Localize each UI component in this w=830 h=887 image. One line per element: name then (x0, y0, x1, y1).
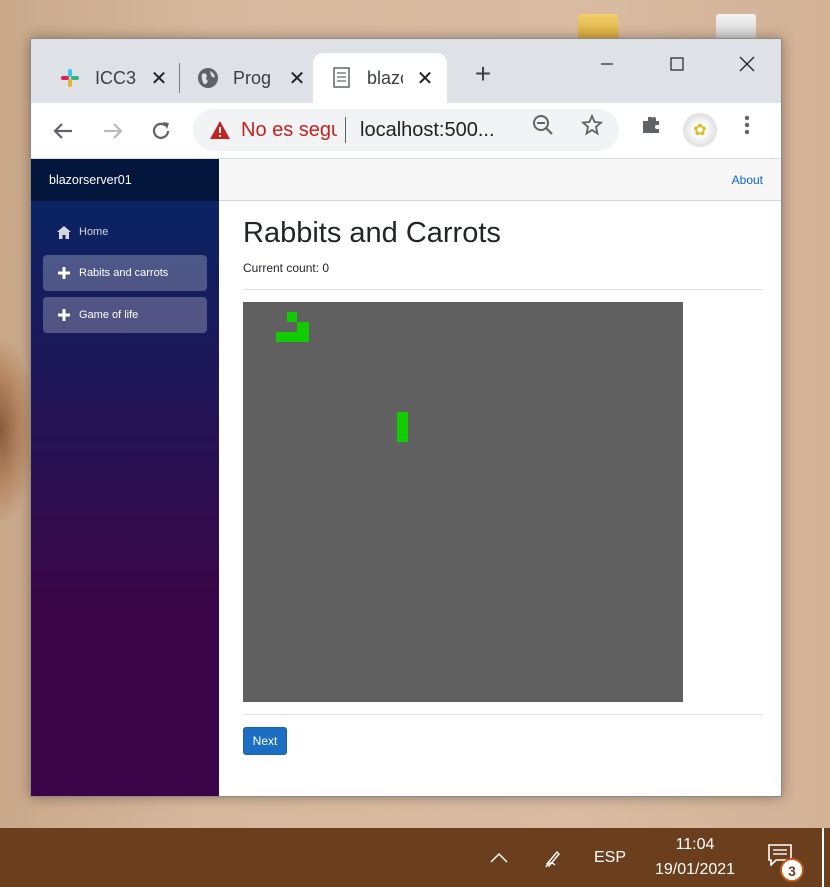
pen-icon[interactable] (538, 828, 568, 887)
divider (243, 714, 763, 715)
tab-title: ICC3 (95, 67, 137, 88)
tab-close-icon[interactable]: ✕ (287, 66, 307, 91)
slack-icon (59, 67, 81, 89)
taskbar: ESP 11:04 19/01/2021 3 (0, 828, 830, 887)
sidebar-item-rabits-and-carrots[interactable]: Rabits and carrots (43, 255, 207, 291)
forward-icon[interactable] (97, 115, 129, 147)
extensions-icon[interactable] (639, 113, 663, 137)
sidebar-item-label: Home (79, 226, 109, 238)
main-content: About Rabbits and Carrots Current count:… (219, 159, 781, 796)
about-link[interactable]: About (732, 173, 763, 187)
security-label[interactable]: No es segu (241, 119, 337, 142)
close-window-icon[interactable] (717, 47, 777, 81)
taskbar-clock[interactable]: 11:04 19/01/2021 (640, 832, 750, 882)
game-board[interactable] (243, 302, 683, 702)
desktop-folder-icon[interactable] (578, 14, 618, 40)
notification-count-badge: 3 (780, 858, 804, 882)
url-text[interactable]: localhost:500... (360, 119, 512, 142)
board-cell (397, 412, 408, 442)
bookmark-star-icon[interactable] (580, 113, 604, 137)
new-tab-icon[interactable]: + (469, 60, 497, 89)
tab-separator (179, 63, 180, 93)
web-page: blazorserver01 Home Rabits and carrots G… (31, 159, 781, 796)
minimize-icon[interactable] (577, 47, 637, 81)
sidebar-item-label: Game of life (79, 309, 139, 321)
sidebar-item-game-of-life[interactable]: Game of life (43, 297, 207, 333)
plus-icon (53, 267, 75, 279)
count-label: Current count: (243, 261, 320, 275)
flower-icon: ✿ (693, 122, 707, 139)
current-count: Current count: 0 (243, 261, 763, 275)
browser-toolbar: No es segu localhost:500... ✿ (31, 103, 781, 159)
board-cell (276, 332, 297, 342)
count-value: 0 (322, 261, 330, 275)
tab-icc3[interactable]: ICC3 ✕ (59, 53, 169, 103)
next-button[interactable]: Next (243, 727, 287, 755)
content-area: Rabbits and Carrots Current count: 0 Nex… (219, 201, 781, 755)
reload-icon[interactable] (145, 115, 177, 147)
clock-date: 19/01/2021 (654, 861, 736, 878)
desktop-file-icon[interactable] (716, 14, 756, 40)
top-row: About (219, 159, 781, 201)
page-title: Rabbits and Carrots (243, 217, 501, 249)
browser-window: ICC3 ✕ Prog ✕ blaz ✕ + No es segu localh… (30, 38, 782, 797)
back-icon[interactable] (47, 115, 79, 147)
sidebar-item-home[interactable]: Home (43, 214, 207, 250)
sidebar-item-label: Rabits and carrots (79, 267, 169, 279)
maximize-icon[interactable] (647, 47, 707, 81)
brand-title[interactable]: blazorserver01 (31, 159, 219, 201)
tab-title: blazc (367, 67, 403, 88)
clock-time: 11:04 (675, 836, 715, 853)
wallpaper-art (0, 340, 34, 520)
zoom-icon[interactable] (531, 113, 555, 137)
tab-title: Prog (233, 67, 272, 88)
tab-close-icon[interactable]: ✕ (415, 66, 435, 91)
page-icon (331, 67, 353, 89)
menu-dots-icon[interactable] (735, 113, 759, 137)
sidebar: blazorserver01 Home Rabits and carrots G… (31, 159, 219, 796)
tab-strip: ICC3 ✕ Prog ✕ blaz ✕ + (31, 39, 781, 103)
address-bar[interactable]: No es segu localhost:500... (193, 109, 619, 151)
board-cell (287, 312, 297, 322)
plus-icon (53, 309, 75, 321)
chevron-up-icon[interactable] (484, 828, 514, 887)
tab-close-icon[interactable]: ✕ (149, 66, 169, 91)
board-cell (297, 322, 309, 342)
tab-prog[interactable]: Prog ✕ (197, 53, 307, 103)
home-icon (53, 225, 75, 239)
language-indicator[interactable]: ESP (588, 828, 632, 887)
profile-avatar[interactable]: ✿ (683, 113, 717, 147)
tab-blazor[interactable]: blazc ✕ (313, 53, 447, 103)
globe-icon (197, 67, 219, 89)
address-separator (345, 117, 346, 143)
divider (243, 289, 763, 290)
warning-icon[interactable] (209, 119, 231, 141)
screen-edge (822, 828, 824, 887)
